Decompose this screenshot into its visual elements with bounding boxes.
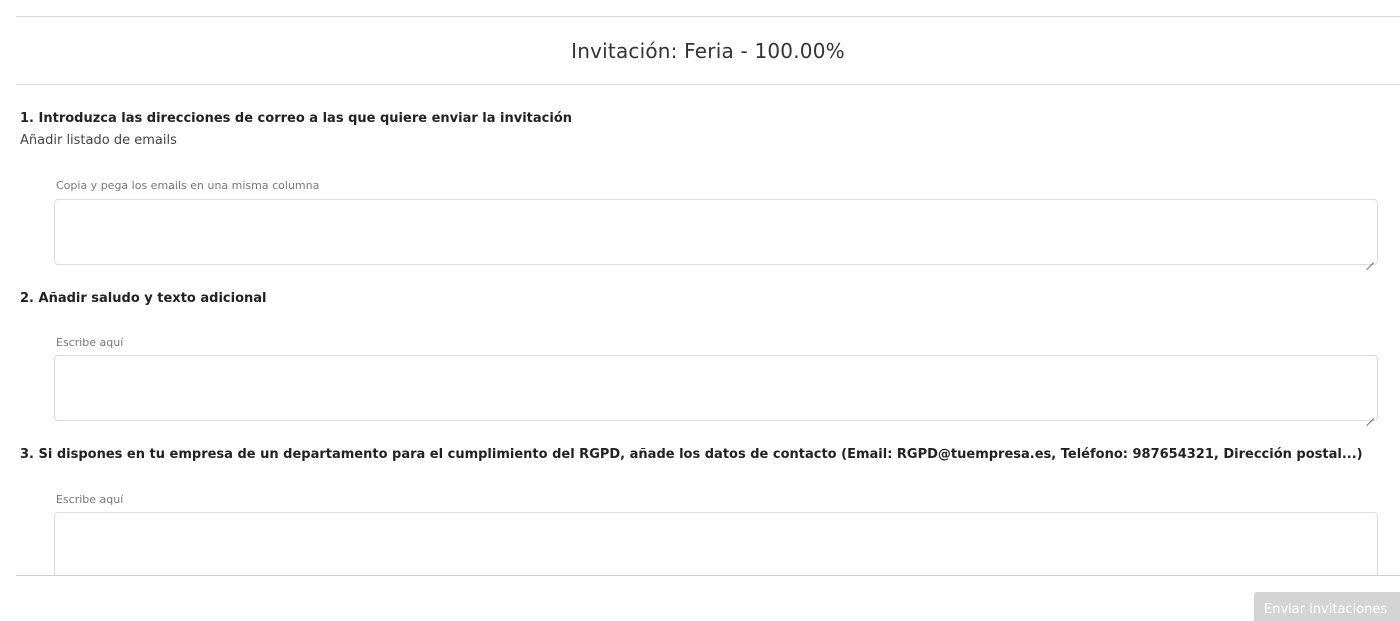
resize-grip-icon[interactable] [1364,409,1374,419]
invitation-modal: Invitación: Feria - 100.00% 1. Introduzc… [0,0,1400,621]
greeting-field-label: Escribe aquí [56,336,124,349]
greeting-textarea[interactable] [54,355,1378,421]
send-invitations-button[interactable]: Enviar invitaciones [1254,592,1400,621]
rgpd-field-label: Escribe aquí [56,493,124,506]
rgpd-contact-textarea[interactable] [54,512,1378,575]
resize-grip-icon[interactable] [1364,566,1374,575]
emails-textarea[interactable] [54,199,1378,265]
step-1-title: 1. Introduzca las direcciones de correo … [20,111,573,126]
modal-header: Invitación: Feria - 100.00% [16,17,1400,85]
modal-body[interactable]: 1. Introduzca las direcciones de correo … [16,85,1400,575]
footer-divider [16,575,1400,576]
emails-field-label: Copia y pega los emails en una misma col… [56,179,320,192]
modal-title: Invitación: Feria - 100.00% [571,38,845,63]
step-2-title: 2. Añadir saludo y texto adicional [20,291,267,306]
step-3-title: 3. Si dispones en tu empresa de un depar… [20,447,1363,462]
resize-grip-icon[interactable] [1364,253,1374,263]
step-1-sublabel: Añadir listado de emails [20,133,177,148]
